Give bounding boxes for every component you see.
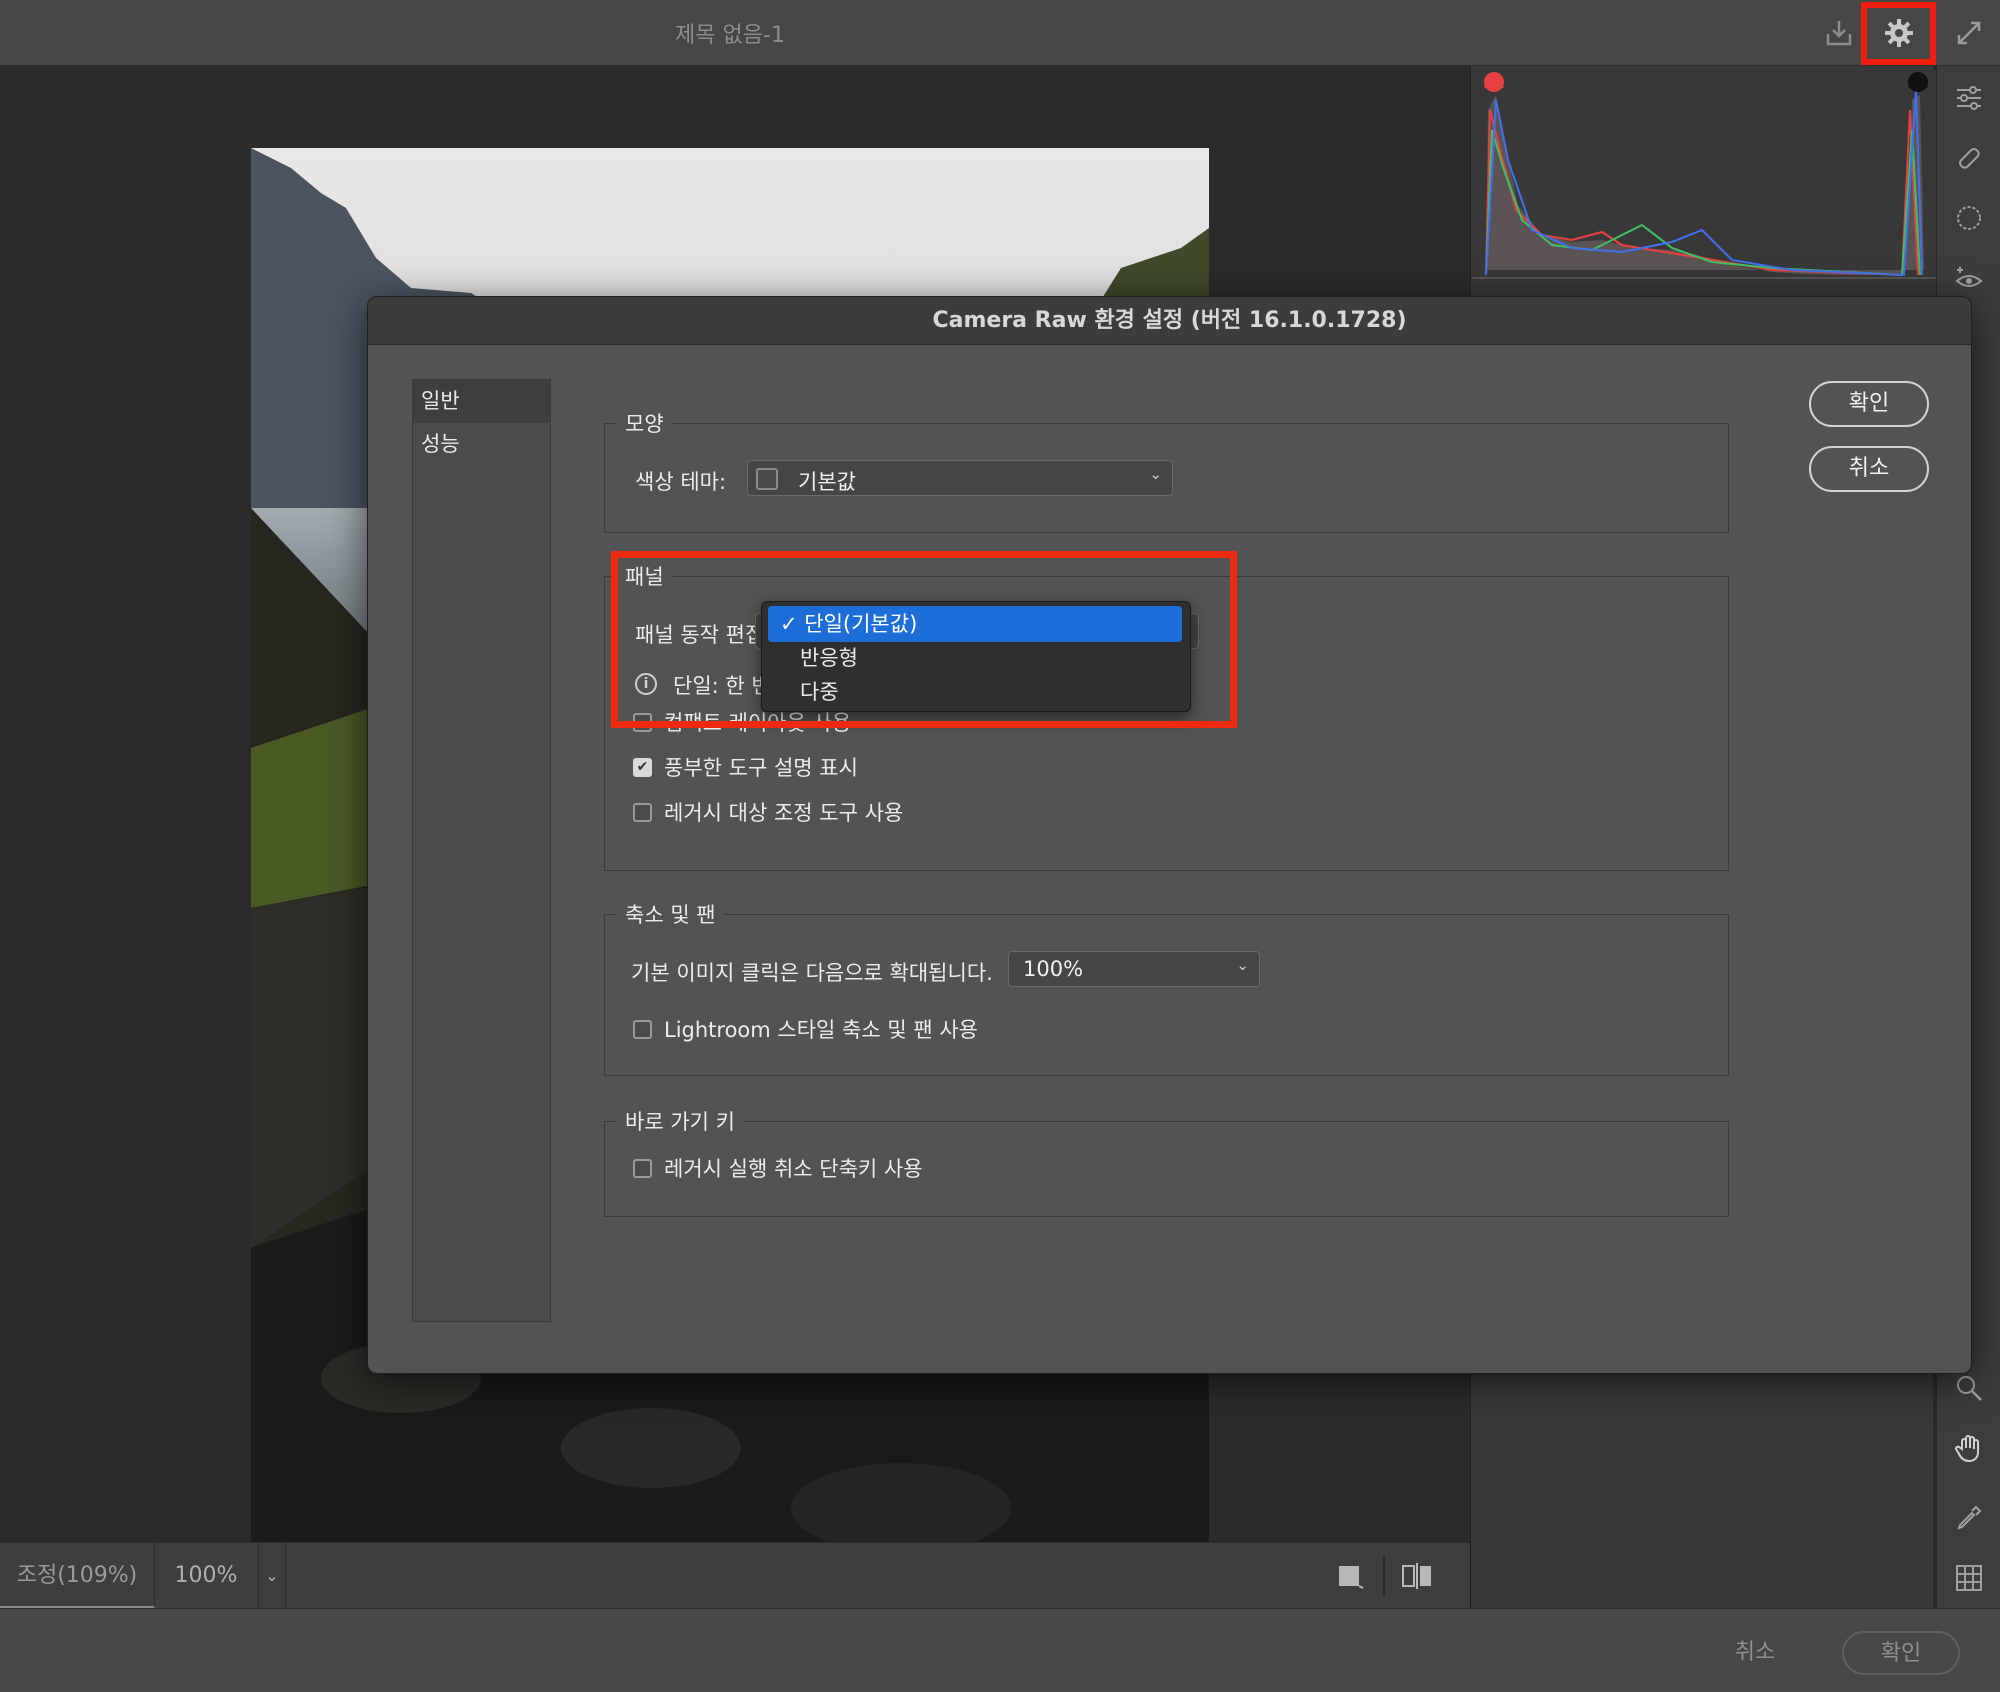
- cancel-button[interactable]: 취소: [1809, 446, 1929, 492]
- default-click-zoom-value: 100%: [1023, 957, 1084, 981]
- footer-bar: 취소 확인: [0, 1608, 2000, 1692]
- legacy-targeted-adjustment-checkbox-row[interactable]: 레거시 대상 조정 도구 사용: [633, 797, 903, 827]
- footer-ok-button[interactable]: 확인: [1842, 1631, 1960, 1675]
- grid-icon[interactable]: [1947, 1556, 1991, 1600]
- hand-icon[interactable]: [1947, 1426, 1991, 1470]
- color-theme-value: 기본값: [798, 470, 856, 494]
- preferences-dialog: Camera Raw 환경 설정 (버전 16.1.0.1728) 일반 성능 …: [367, 296, 1972, 1374]
- ok-button[interactable]: 확인: [1809, 381, 1929, 427]
- sliders-icon[interactable]: [1947, 76, 1991, 120]
- appearance-group: 모양 색상 테마: 기본값 ⌄: [604, 408, 1729, 533]
- view-bar: 조정(109%) 100% ⌄: [0, 1542, 1470, 1609]
- dialog-title: Camera Raw 환경 설정 (버전 16.1.0.1728): [368, 297, 1971, 345]
- sidebar-item-performance[interactable]: 성능: [413, 423, 550, 466]
- legacy-targeted-adjustment-label: 레거시 대상 조정 도구 사용: [664, 801, 904, 825]
- legacy-undo-label: 레거시 실행 취소 단축키 사용: [664, 1157, 923, 1181]
- lightroom-zoom-checkbox-row[interactable]: Lightroom 스타일 축소 및 팬 사용: [633, 1014, 978, 1044]
- histogram: [1472, 70, 1936, 296]
- zoom-fit-button[interactable]: 조정(109%): [0, 1543, 155, 1609]
- fullscreen-icon[interactable]: [1946, 11, 1992, 55]
- chevron-down-icon: ⌄: [1236, 956, 1249, 974]
- preferences-sidebar: 일반 성능: [412, 379, 551, 1322]
- lightroom-zoom-label: Lightroom 스타일 축소 및 팬 사용: [664, 1018, 978, 1042]
- rich-tooltips-checkbox-row[interactable]: ✔ 풍부한 도구 설명 표시: [633, 752, 858, 782]
- save-icon[interactable]: [1816, 11, 1862, 55]
- zoom-pan-group: 축소 및 팬 기본 이미지 클릭은 다음으로 확대됩니다. 100% ⌄ Lig…: [604, 899, 1729, 1076]
- before-after-icon[interactable]: [1400, 1561, 1434, 1591]
- dropdown-highlight-annotation: [611, 551, 1237, 728]
- legacy-undo-checkbox-row[interactable]: 레거시 실행 취소 단축키 사용: [633, 1153, 923, 1183]
- legacy-undo-checkbox[interactable]: [633, 1158, 652, 1178]
- zoom-value[interactable]: 100%: [156, 1543, 256, 1609]
- single-view-icon[interactable]: [1335, 1561, 1365, 1591]
- rich-tooltips-checkbox[interactable]: ✔: [633, 757, 652, 777]
- eyedropper-icon[interactable]: [1947, 1496, 1991, 1540]
- footer-cancel-button[interactable]: 취소: [1700, 1631, 1810, 1675]
- red-eye-icon[interactable]: [1947, 256, 1991, 300]
- lightroom-zoom-checkbox[interactable]: [633, 1019, 652, 1039]
- top-bar: 제목 없음-1: [0, 0, 2000, 66]
- default-click-zoom-select[interactable]: 100% ⌄: [1008, 951, 1260, 987]
- color-theme-label: 색상 테마:: [635, 470, 727, 494]
- zoom-pan-legend: 축소 및 팬: [617, 899, 724, 929]
- shortcuts-legend: 바로 가기 키: [617, 1106, 743, 1136]
- default-click-zoom-label: 기본 이미지 클릭은 다음으로 확대됩니다.: [631, 961, 993, 985]
- document-title: 제목 없음-1: [675, 23, 785, 48]
- healing-brush-icon[interactable]: [1947, 136, 1991, 180]
- color-theme-select[interactable]: 기본값 ⌄: [747, 460, 1173, 496]
- zoom-dropdown-chevron-icon[interactable]: ⌄: [258, 1543, 286, 1609]
- mask-icon[interactable]: [1947, 196, 1991, 240]
- appearance-legend: 모양: [617, 408, 672, 438]
- view-divider: [1383, 1555, 1385, 1597]
- rich-tooltips-label: 풍부한 도구 설명 표시: [664, 756, 858, 780]
- gear-highlight-annotation: [1861, 2, 1936, 65]
- chevron-down-icon: ⌄: [1149, 465, 1162, 483]
- shortcuts-group: 바로 가기 키 레거시 실행 취소 단축키 사용: [604, 1106, 1729, 1217]
- legacy-targeted-adjustment-checkbox[interactable]: [633, 802, 652, 822]
- sidebar-item-general[interactable]: 일반: [413, 380, 550, 423]
- theme-swatch: [756, 468, 778, 490]
